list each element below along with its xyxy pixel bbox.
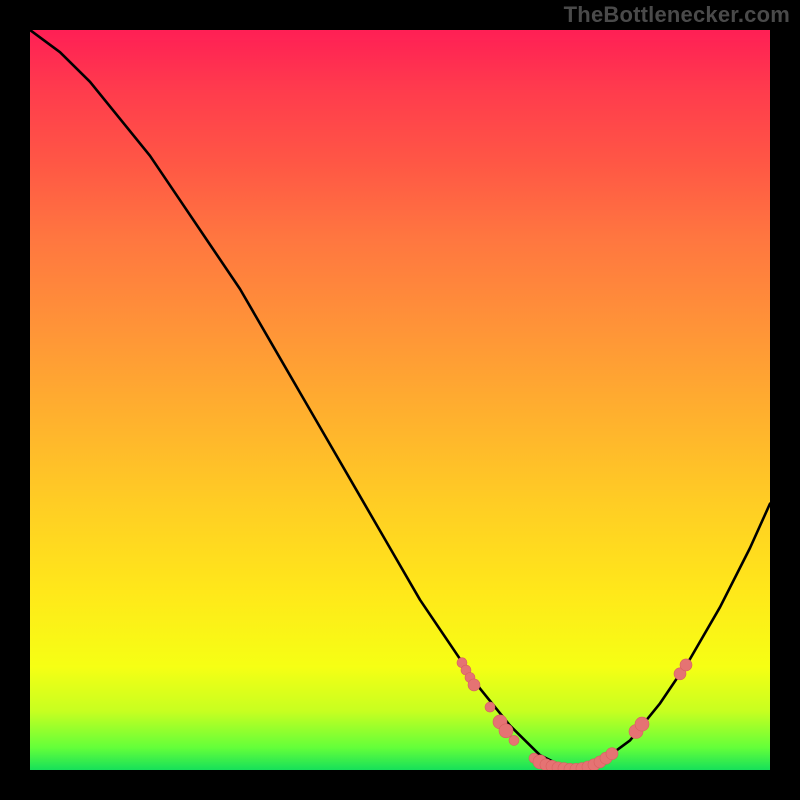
- chart-frame: TheBottlenecker.com: [0, 0, 800, 800]
- marker-layer: [457, 658, 692, 770]
- data-point-marker: [509, 735, 519, 745]
- data-point-marker: [606, 748, 618, 760]
- watermark-text: TheBottlenecker.com: [564, 2, 790, 28]
- data-point-marker: [499, 724, 513, 738]
- chart-svg: [30, 30, 770, 770]
- data-point-marker: [468, 679, 480, 691]
- plot-area: [30, 30, 770, 770]
- bottleneck-curve: [30, 30, 770, 770]
- data-point-marker: [635, 717, 649, 731]
- data-point-marker: [485, 702, 495, 712]
- data-point-marker: [680, 659, 692, 671]
